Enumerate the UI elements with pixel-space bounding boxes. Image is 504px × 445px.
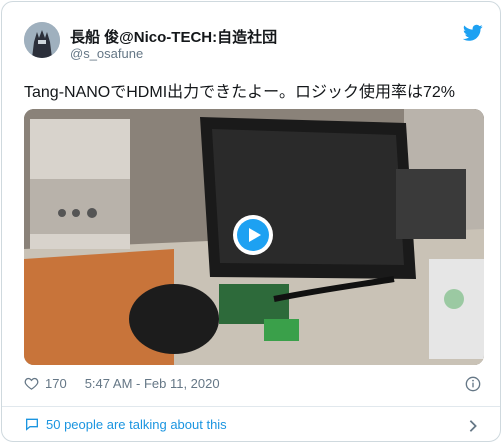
speech-bubble-icon xyxy=(26,418,38,431)
avatar[interactable] xyxy=(24,22,60,58)
tweet-meta: 170 5:47 AM - Feb 11, 2020 xyxy=(24,376,220,391)
author-display-name[interactable]: 長船 俊@Nico-TECH:自造社団 xyxy=(70,26,277,47)
play-button[interactable] xyxy=(233,215,273,255)
conversation-link[interactable]: 50 people are talking about this xyxy=(24,416,227,432)
play-icon xyxy=(237,219,269,251)
author-handle[interactable]: @s_osafune xyxy=(70,46,143,61)
like-count[interactable]: 170 xyxy=(45,376,67,391)
tweet-text: Tang-NANOでHDMI出力できたよー。ロジック使用率は72% xyxy=(24,84,455,101)
info-icon[interactable] xyxy=(465,376,481,392)
tweet-timestamp[interactable]: 5:47 AM - Feb 11, 2020 xyxy=(85,376,220,391)
twitter-bird-icon[interactable] xyxy=(463,24,483,42)
conversation-label[interactable]: 50 people are talking about this xyxy=(46,417,227,432)
tweet-card[interactable]: 長船 俊@Nico-TECH:自造社団 @s_osafune Tang-NANO… xyxy=(1,1,501,442)
heart-icon[interactable] xyxy=(24,376,39,391)
chevron-right-icon[interactable] xyxy=(468,419,478,433)
divider xyxy=(2,406,500,407)
